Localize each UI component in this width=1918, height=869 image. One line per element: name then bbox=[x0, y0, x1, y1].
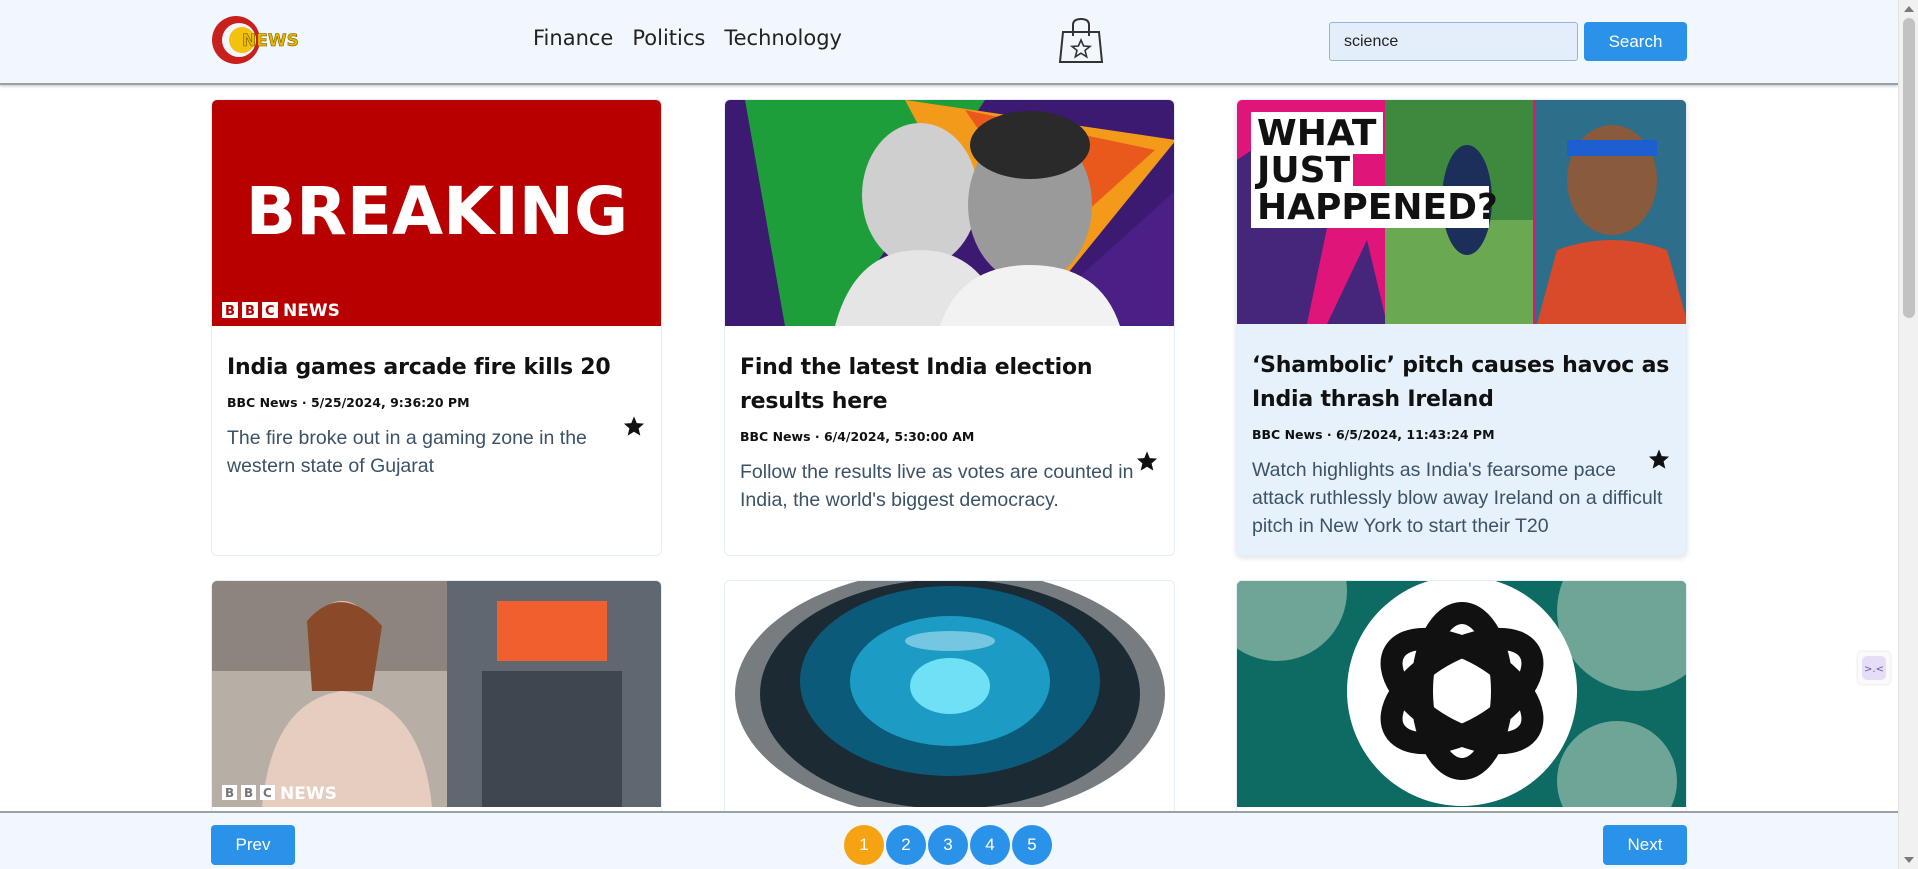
svg-text:NEWS: NEWS bbox=[283, 301, 340, 321]
page-button-2[interactable]: 2 bbox=[886, 825, 926, 865]
news-card[interactable] bbox=[1236, 580, 1687, 820]
card-title[interactable]: Find the latest India election results h… bbox=[740, 351, 1159, 419]
main-nav: Finance Politics Technology bbox=[533, 26, 842, 50]
nav-link-technology[interactable]: Technology bbox=[724, 26, 842, 50]
scroll-up-arrow-icon[interactable] bbox=[1904, 6, 1914, 12]
news-card[interactable]: WHAT JUST HAPPENED? ‘Shambolic’ pitch ca… bbox=[1236, 99, 1687, 556]
news-card[interactable] bbox=[724, 580, 1175, 820]
news-card[interactable]: B B C NEWS bbox=[211, 580, 662, 820]
next-button[interactable]: Next bbox=[1603, 825, 1687, 865]
scrollbar-thumb[interactable] bbox=[1903, 18, 1915, 318]
floating-widget-icon[interactable]: >.< bbox=[1858, 652, 1890, 684]
card-image: B B C NEWS bbox=[212, 581, 661, 807]
card-description: Watch highlights as India's fearsome pac… bbox=[1252, 459, 1663, 537]
card-image: BREAKING B B C NEWS bbox=[212, 100, 661, 326]
svg-text:C: C bbox=[263, 786, 272, 800]
svg-text:C: C bbox=[265, 304, 275, 319]
card-title[interactable]: India games arcade fire kills 20 bbox=[227, 351, 646, 385]
prev-button[interactable]: Prev bbox=[211, 825, 295, 865]
bookmark-star-icon[interactable] bbox=[1136, 450, 1158, 472]
card-body: India games arcade fire kills 20 BBC New… bbox=[212, 351, 661, 480]
svg-text:>.<: >.< bbox=[1864, 664, 1884, 675]
page-button-4[interactable]: 4 bbox=[970, 825, 1010, 865]
pagination-bar: Prev 1 2 3 4 5 Next bbox=[0, 811, 1898, 869]
svg-text:HAPPENED?: HAPPENED? bbox=[1257, 187, 1498, 228]
svg-text:WHAT: WHAT bbox=[1257, 113, 1377, 154]
card-body: Find the latest India election results h… bbox=[725, 351, 1174, 514]
card-description: The fire broke out in a gaming zone in t… bbox=[227, 427, 587, 477]
card-image bbox=[725, 100, 1174, 326]
svg-text:NEWS: NEWS bbox=[280, 784, 337, 804]
page-button-3[interactable]: 3 bbox=[928, 825, 968, 865]
svg-text:B: B bbox=[225, 304, 235, 319]
page-button-5[interactable]: 5 bbox=[1012, 825, 1052, 865]
news-logo[interactable]: NEWS bbox=[212, 14, 312, 66]
shopping-bag-star-icon[interactable] bbox=[1058, 16, 1104, 66]
page-numbers: 1 2 3 4 5 bbox=[844, 825, 1052, 865]
news-card[interactable]: Find the latest India election results h… bbox=[724, 99, 1175, 556]
search-button[interactable]: Search bbox=[1584, 22, 1687, 61]
svg-text:JUST: JUST bbox=[1254, 150, 1351, 191]
bookmark-star-icon[interactable] bbox=[623, 415, 645, 437]
svg-text:NEWS: NEWS bbox=[242, 31, 299, 51]
svg-text:B: B bbox=[245, 304, 255, 319]
card-meta: BBC News · 6/5/2024, 11:43:24 PM bbox=[1252, 427, 1495, 442]
card-body: ‘Shambolic’ pitch causes havoc as India … bbox=[1237, 349, 1686, 540]
news-card[interactable]: BREAKING B B C NEWS India games arcade f… bbox=[211, 99, 662, 556]
card-description: Follow the results live as votes are cou… bbox=[740, 461, 1134, 511]
page: NEWS Finance Politics Technology Search … bbox=[0, 0, 1918, 869]
svg-text:B: B bbox=[225, 786, 234, 800]
search-input[interactable] bbox=[1329, 22, 1578, 61]
card-meta: BBC News · 5/25/2024, 9:36:20 PM bbox=[227, 395, 470, 410]
card-image bbox=[725, 581, 1174, 807]
svg-text:B: B bbox=[244, 786, 253, 800]
card-image: WHAT JUST HAPPENED? bbox=[1237, 100, 1686, 324]
nav-link-finance[interactable]: Finance bbox=[533, 26, 613, 50]
svg-text:BREAKING: BREAKING bbox=[246, 173, 628, 250]
vertical-scrollbar[interactable] bbox=[1898, 0, 1918, 869]
card-image bbox=[1237, 581, 1686, 807]
scroll-down-arrow-icon[interactable] bbox=[1904, 857, 1914, 863]
card-meta: BBC News · 6/4/2024, 5:30:00 AM bbox=[740, 429, 975, 444]
nav-link-politics[interactable]: Politics bbox=[632, 26, 705, 50]
page-button-1[interactable]: 1 bbox=[844, 825, 884, 865]
card-title[interactable]: ‘Shambolic’ pitch causes havoc as India … bbox=[1252, 349, 1671, 417]
bookmark-star-icon[interactable] bbox=[1648, 448, 1670, 470]
header: NEWS Finance Politics Technology Search bbox=[0, 0, 1898, 85]
